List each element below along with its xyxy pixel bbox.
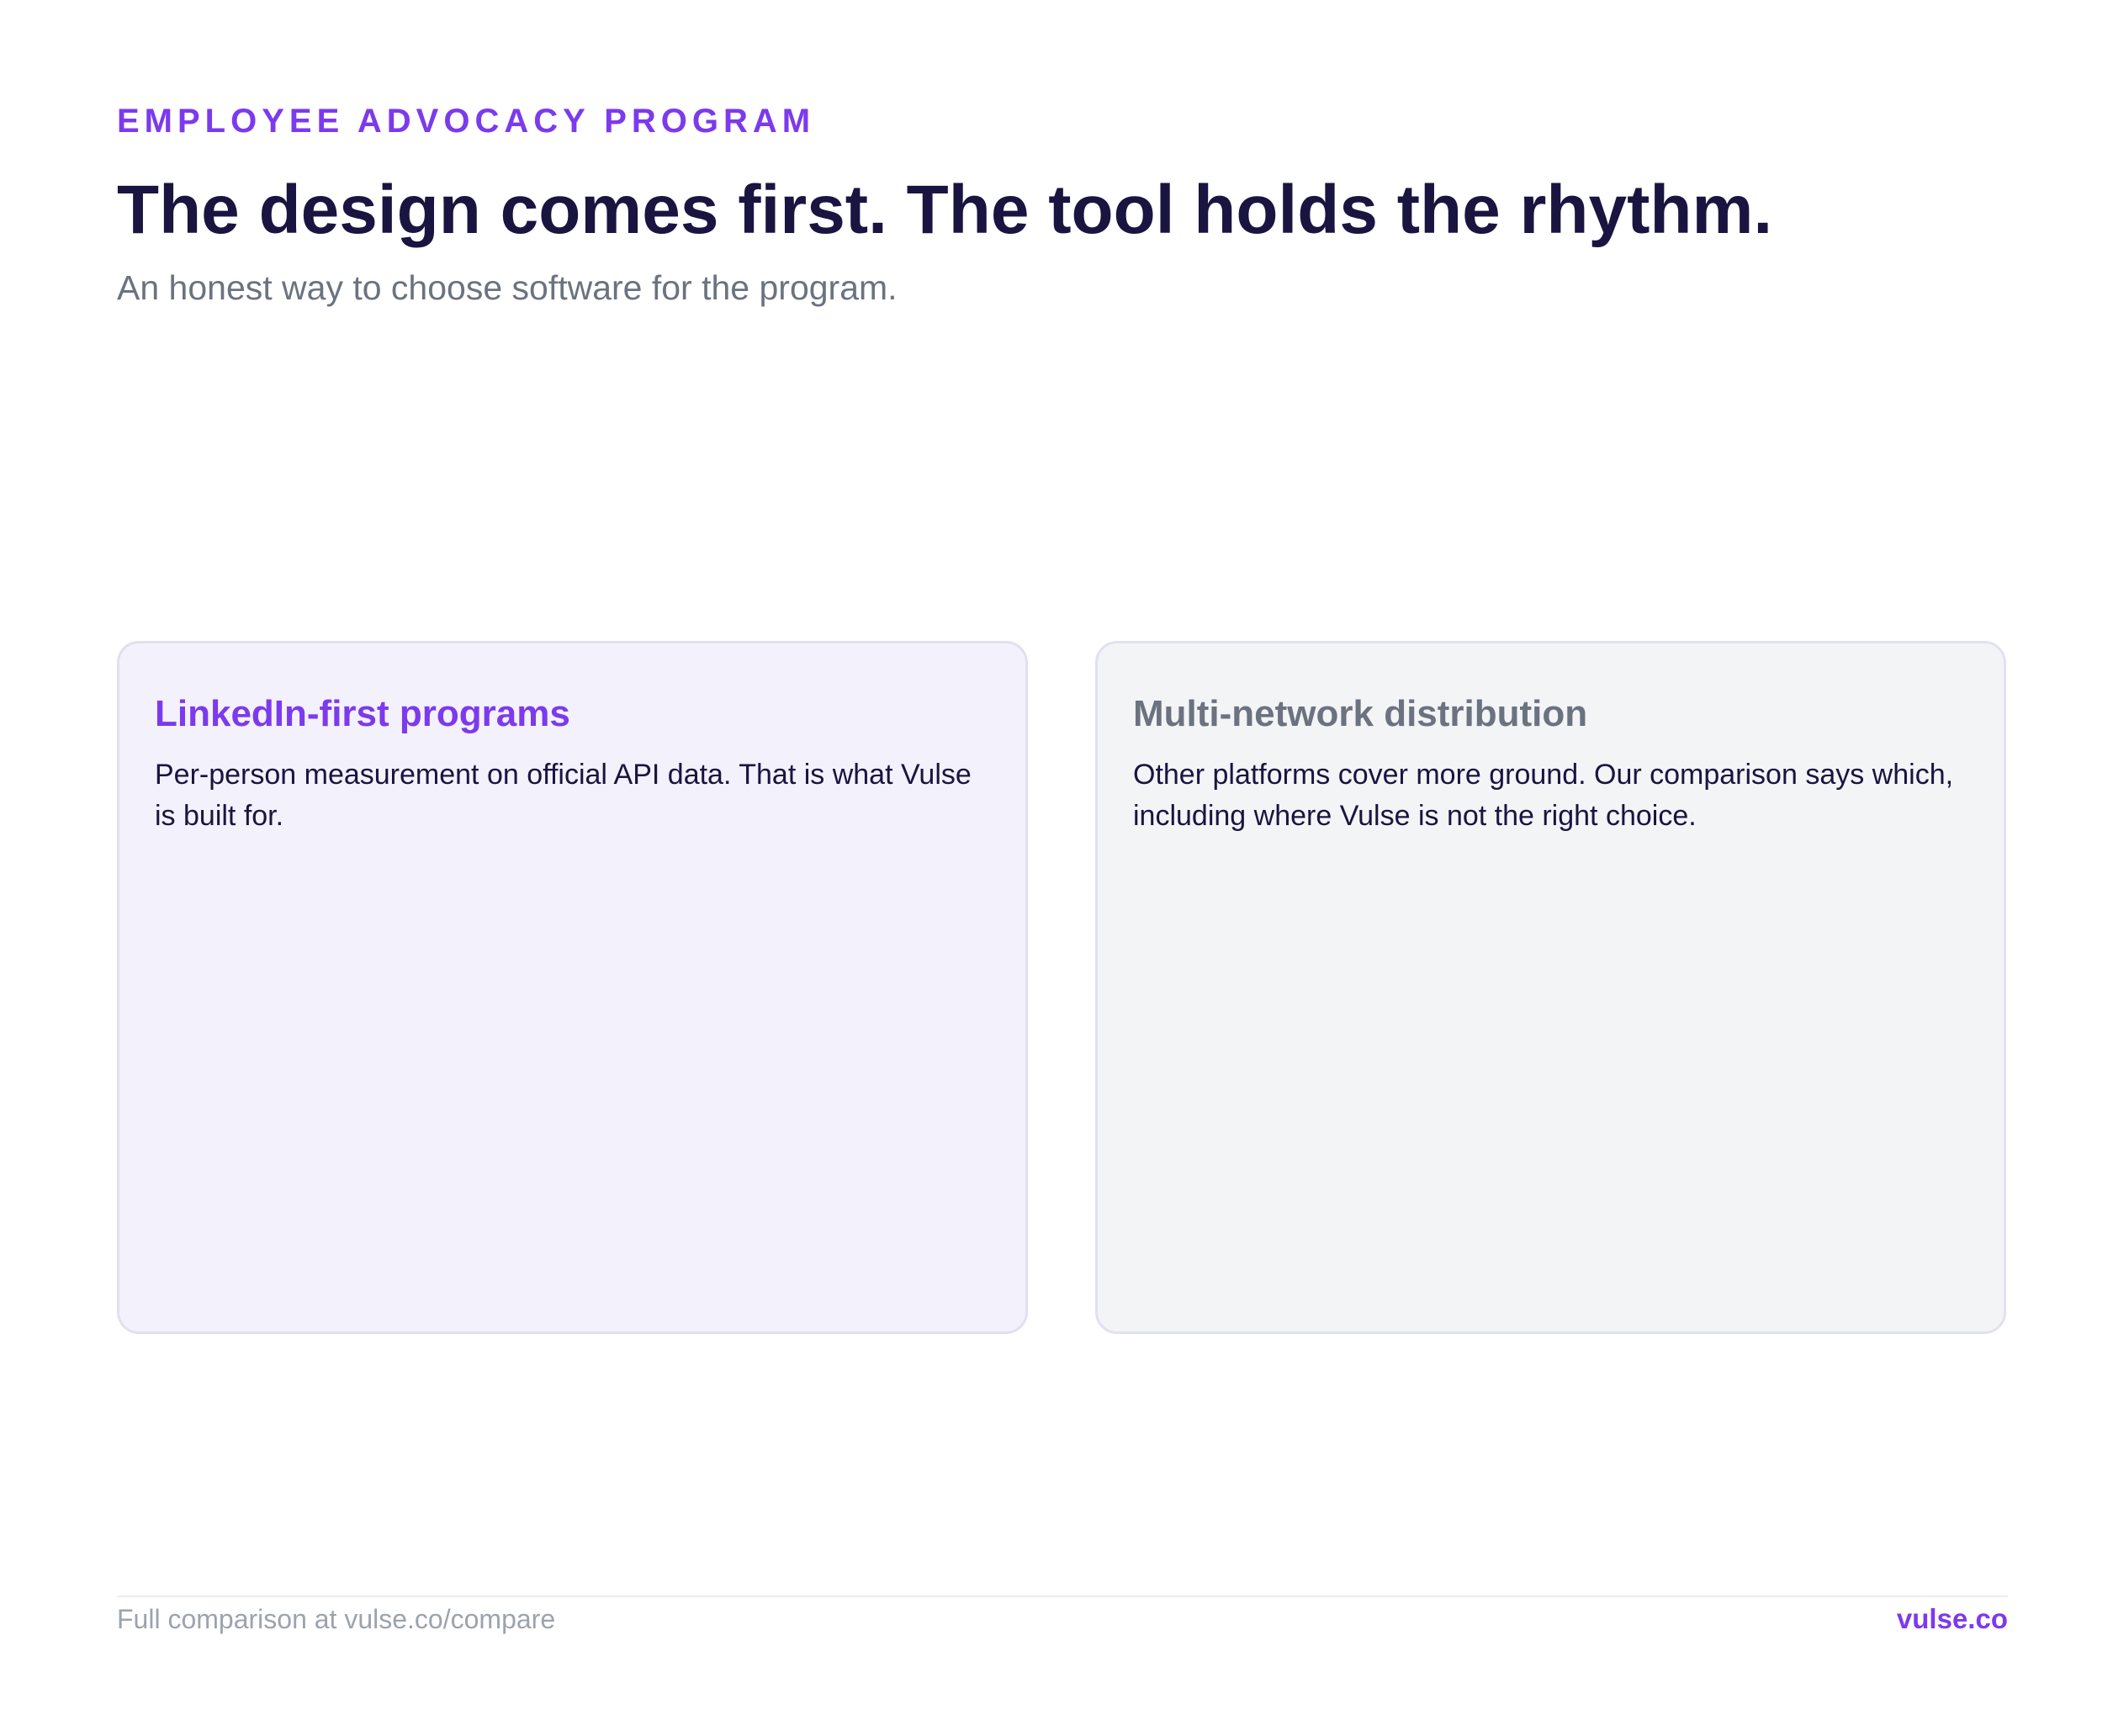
card-title: Multi-network distribution [1133,693,1588,734]
page-subtitle: An honest way to choose software for the… [117,268,898,307]
page-title: The design comes first. The tool holds t… [117,172,1773,248]
card-body: Per-person measurement on official API d… [155,759,972,832]
footer-brand-link[interactable]: vulse.co [1897,1601,2008,1637]
eyebrow-label: EMPLOYEE ADVOCACY PROGRAM [117,103,816,140]
card-linkedin-first: LinkedIn-first programs Per-person measu… [117,641,1028,1334]
card-body: Other platforms cover more ground. Our c… [1133,759,1954,832]
card-multi-network: Multi-network distribution Other platfor… [1095,641,2006,1334]
footer-comparison-note: Full comparison at vulse.co/compare [117,1604,556,1634]
footer-divider [117,1596,2008,1597]
card-title: LinkedIn-first programs [155,693,570,734]
